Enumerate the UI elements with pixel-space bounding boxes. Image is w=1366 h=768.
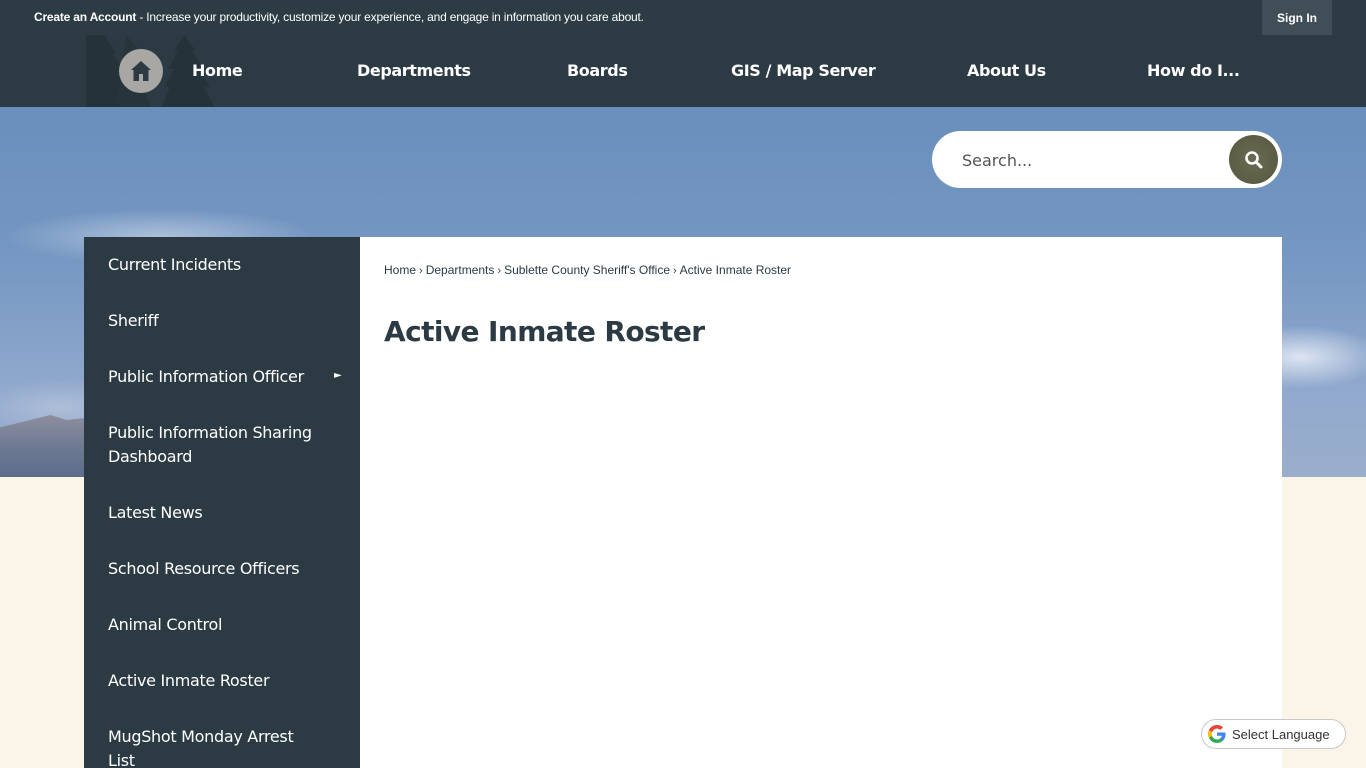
- sidebar-item-latest-news[interactable]: Latest News: [108, 501, 338, 525]
- account-bar: Create an Account - Increase your produc…: [0, 0, 1366, 35]
- search-box: [932, 131, 1282, 188]
- submenu-arrow-icon[interactable]: ►: [334, 370, 342, 381]
- breadcrumb-separator: ›: [419, 265, 423, 277]
- create-account-description: - Increase your productivity, customize …: [136, 10, 644, 24]
- sidebar-item-sheriff[interactable]: Sheriff: [108, 309, 338, 333]
- breadcrumb-separator: ›: [673, 265, 677, 277]
- home-icon-button[interactable]: [119, 49, 163, 93]
- nav-departments[interactable]: Departments: [357, 61, 471, 80]
- search-icon: [1244, 150, 1262, 168]
- sidebar-item-active-inmate-roster[interactable]: Active Inmate Roster: [108, 669, 338, 693]
- create-account-message: Create an Account - Increase your produc…: [34, 10, 644, 24]
- nav-boards[interactable]: Boards: [567, 61, 628, 80]
- home-icon: [131, 61, 151, 81]
- main-content: Home › Departments › Sublette County Sheriff…: [360, 237, 1282, 768]
- sidebar-item-animal-control[interactable]: Animal Control: [108, 613, 338, 637]
- breadcrumb: Home › Departments › Sublette County Sheriff…: [384, 263, 791, 277]
- sidebar-item-school-resource-officers[interactable]: School Resource Officers: [108, 557, 338, 581]
- create-account-link[interactable]: Create an Account: [34, 10, 136, 24]
- sidebar-item-public-information-sharing-dashboard[interactable]: Public Information Sharing Dashboard: [108, 421, 338, 469]
- page-title: Active Inmate Roster: [384, 315, 705, 348]
- nav-gis-map-server[interactable]: GIS / Map Server: [731, 61, 876, 80]
- select-language-button[interactable]: Select Language: [1201, 719, 1346, 749]
- google-g-icon: [1208, 725, 1226, 743]
- sidebar-item-current-incidents[interactable]: Current Incidents: [108, 253, 338, 277]
- select-language-label: Select Language: [1232, 726, 1330, 742]
- nav-about-us[interactable]: About Us: [967, 61, 1046, 80]
- search-input[interactable]: [962, 145, 1212, 175]
- search-button[interactable]: [1229, 135, 1278, 184]
- nav-how-do-i[interactable]: How do I...: [1147, 61, 1240, 80]
- breadcrumb-separator: ›: [497, 265, 502, 277]
- breadcrumb-current: Active Inmate Roster: [679, 263, 792, 277]
- breadcrumb-departments[interactable]: Departments: [426, 263, 495, 277]
- sign-in-button[interactable]: Sign In: [1262, 0, 1332, 35]
- main-navigation: Home Departments Boards GIS / Map Server…: [0, 35, 1366, 107]
- sidebar-item-public-information-officer[interactable]: Public Information Officer: [108, 365, 338, 389]
- breadcrumb-sheriffs-office[interactable]: Sublette County Sheriff's Office: [504, 263, 670, 277]
- sidebar-item-mugshot-monday-arrest-list[interactable]: MugShot Monday Arrest List: [108, 725, 308, 768]
- sidebar-navigation: Current Incidents Sheriff Public Informa…: [84, 237, 360, 768]
- nav-home[interactable]: Home: [192, 61, 243, 80]
- breadcrumb-home[interactable]: Home: [384, 263, 416, 277]
